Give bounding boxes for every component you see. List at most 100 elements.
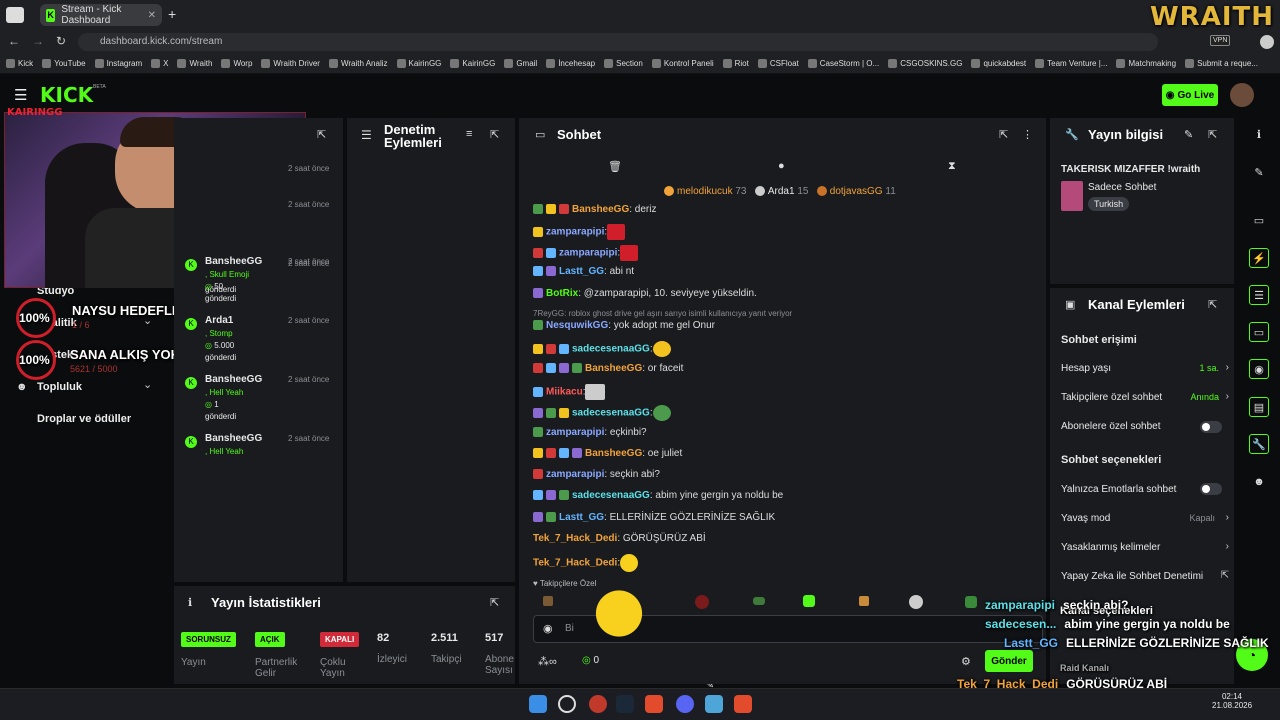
popout-icon[interactable]: ⇱ bbox=[1208, 128, 1217, 141]
channel-setting-row[interactable]: Hesap yaşı 1 sa. › bbox=[1061, 362, 1229, 374]
list-icon[interactable]: ☰ bbox=[1249, 285, 1269, 305]
bookmark-item[interactable]: quickabdest bbox=[971, 59, 1026, 68]
chat-username[interactable]: zamparapipi bbox=[559, 248, 617, 259]
popout-icon[interactable]: ⇱ bbox=[490, 128, 499, 141]
reload-icon[interactable]: ↻ bbox=[56, 34, 66, 48]
chat-option-row[interactable]: Yavaş mod Kapalı › bbox=[1061, 512, 1229, 524]
subscribers-only-toggle[interactable] bbox=[1200, 421, 1222, 433]
new-tab-icon[interactable]: + bbox=[168, 6, 176, 22]
emotes-only-toggle[interactable] bbox=[1200, 483, 1222, 495]
go-live-button[interactable]: ◉ Go Live bbox=[1162, 84, 1218, 106]
popout-icon[interactable]: ⇱ bbox=[999, 128, 1008, 141]
chat-username[interactable]: BansheeGG bbox=[585, 363, 642, 374]
popout-icon[interactable]: ⇱ bbox=[1208, 298, 1217, 311]
bookmark-item[interactable]: YouTube bbox=[42, 59, 86, 68]
bookmark-item[interactable]: Section bbox=[604, 59, 643, 68]
bookmark-item[interactable]: Gmail bbox=[504, 59, 537, 68]
bookmark-item[interactable]: Wraith Analiz bbox=[328, 59, 388, 68]
bookmark-item[interactable]: Wraith Driver bbox=[261, 59, 320, 68]
emote-icon[interactable] bbox=[543, 596, 553, 606]
browser-tab[interactable]: K Stream - Kick Dashboard ✕ bbox=[40, 4, 162, 26]
bookmark-item[interactable]: Team Venture |... bbox=[1035, 59, 1107, 68]
popout-icon[interactable]: ⇱ bbox=[317, 128, 326, 141]
chat-username[interactable]: Miikacu bbox=[546, 387, 583, 398]
bookmark-item[interactable]: İncehesap bbox=[546, 59, 595, 68]
wrench-icon[interactable]: 🔧 bbox=[1249, 434, 1269, 454]
stats-icon[interactable]: ▤ bbox=[1249, 397, 1269, 417]
sidebar-item-topluluk[interactable]: Topluluk bbox=[37, 381, 82, 393]
discord-icon[interactable] bbox=[676, 695, 694, 713]
chat-username[interactable]: Tek_7_Hack_Dedi bbox=[533, 533, 617, 544]
hourglass-icon[interactable]: ⧗ bbox=[948, 160, 956, 173]
start-icon[interactable] bbox=[529, 695, 547, 713]
edit-icon[interactable]: ✎ bbox=[1249, 162, 1269, 182]
bookmark-item[interactable]: Kick bbox=[6, 59, 33, 68]
hamburger-menu-icon[interactable]: ☰ bbox=[14, 86, 27, 104]
avatar[interactable] bbox=[1230, 83, 1254, 107]
settings-gear-icon[interactable]: ⚙ bbox=[961, 655, 971, 668]
link-icon[interactable]: ⁂∞ bbox=[538, 655, 557, 668]
search-icon[interactable] bbox=[558, 695, 576, 713]
address-input[interactable]: dashboard.kick.com/stream bbox=[78, 33, 1158, 51]
bookmark-item[interactable]: Wraith bbox=[177, 59, 212, 68]
bookmark-item[interactable]: Submit a reque... bbox=[1185, 59, 1258, 68]
chat-username[interactable]: sadecesenaaGG bbox=[572, 490, 650, 501]
chat-username[interactable]: zamparapipi bbox=[546, 469, 604, 480]
chat-bubble-icon[interactable]: ● bbox=[778, 160, 785, 172]
forward-icon[interactable]: → bbox=[32, 34, 44, 48]
chat-username[interactable]: Lastt_GG bbox=[559, 512, 604, 523]
popout-icon[interactable]: ⇱ bbox=[490, 596, 499, 609]
bookmark-item[interactable]: Worp bbox=[221, 59, 252, 68]
emote-icon[interactable] bbox=[803, 595, 815, 607]
more-options-icon[interactable]: ⋮ bbox=[1022, 128, 1033, 141]
broadcast-icon[interactable]: ◉ bbox=[1249, 359, 1269, 379]
chat-username[interactable]: BansheeGG bbox=[585, 448, 642, 459]
info-icon[interactable]: ℹ bbox=[1249, 124, 1269, 144]
bookmark-item[interactable]: X bbox=[151, 59, 168, 68]
chat-option-row[interactable]: Yasaklanmış kelimeler › bbox=[1061, 541, 1229, 553]
steam-icon[interactable] bbox=[616, 695, 634, 713]
emote-icon[interactable] bbox=[753, 597, 765, 605]
chat-username[interactable]: sadecesenaaGG bbox=[572, 408, 650, 419]
app-icon[interactable] bbox=[734, 695, 752, 713]
chat-username[interactable]: zamparapipi bbox=[546, 427, 604, 438]
edit-icon[interactable]: ✎ bbox=[1184, 128, 1193, 141]
vpn-badge[interactable]: VPN bbox=[1210, 35, 1231, 46]
trash-icon[interactable]: 🗑 bbox=[608, 160, 622, 173]
bookmark-item[interactable]: KairinGG bbox=[396, 59, 441, 68]
send-button[interactable]: Gönder bbox=[985, 650, 1033, 672]
bookmark-item[interactable]: Matchmaking bbox=[1116, 59, 1176, 68]
stream-icon[interactable]: ▭ bbox=[1249, 210, 1269, 230]
browser-menu-icon[interactable] bbox=[6, 7, 24, 23]
app-icon[interactable] bbox=[589, 695, 607, 713]
users-icon[interactable]: ☻ bbox=[1249, 472, 1269, 492]
chat-username[interactable]: sadecesenaaGG bbox=[572, 344, 650, 355]
chat-option-row[interactable]: Yapay Zeka ile Sohbet Denetimi ⇱ bbox=[1061, 570, 1229, 582]
bookmark-item[interactable]: Kontrol Paneli bbox=[651, 59, 714, 68]
chat-username[interactable]: BotRix bbox=[546, 288, 578, 299]
bookmark-item[interactable]: Instagram bbox=[94, 59, 142, 68]
chevron-down-icon[interactable]: ⌄ bbox=[143, 378, 152, 391]
lightning-icon[interactable]: ⚡ bbox=[1249, 248, 1269, 268]
app-icon[interactable] bbox=[705, 695, 723, 713]
bookmark-item[interactable]: Riot bbox=[722, 59, 749, 68]
chat-icon[interactable]: ▭ bbox=[1249, 322, 1269, 342]
chat-username[interactable]: Lastt_GG bbox=[559, 266, 604, 277]
profile-icon[interactable] bbox=[1260, 35, 1274, 49]
browser-icon[interactable] bbox=[645, 695, 663, 713]
channel-setting-row[interactable]: Takipçilere özel sohbet Anında › bbox=[1061, 391, 1229, 403]
chat-username[interactable]: zamparapipi bbox=[546, 227, 604, 238]
bookmark-item[interactable]: CSGOSKINS.GG bbox=[888, 59, 962, 68]
emote-icon[interactable] bbox=[965, 596, 977, 608]
chat-username[interactable]: Tek_7_Hack_Dedi bbox=[533, 558, 617, 569]
chat-username[interactable]: NesquwikGG bbox=[546, 320, 608, 331]
emote-icon[interactable] bbox=[859, 596, 869, 606]
back-icon[interactable]: ← bbox=[8, 34, 20, 48]
close-tab-icon[interactable]: ✕ bbox=[148, 10, 156, 21]
filter-icon[interactable]: ≡ bbox=[466, 128, 472, 140]
kick-logo[interactable]: KICK bbox=[40, 83, 93, 107]
emote-icon[interactable] bbox=[695, 595, 709, 609]
emoji-icon[interactable]: ◉ bbox=[543, 622, 553, 635]
emote-icon[interactable] bbox=[909, 595, 923, 609]
bookmark-item[interactable]: CSFloat bbox=[757, 59, 799, 68]
